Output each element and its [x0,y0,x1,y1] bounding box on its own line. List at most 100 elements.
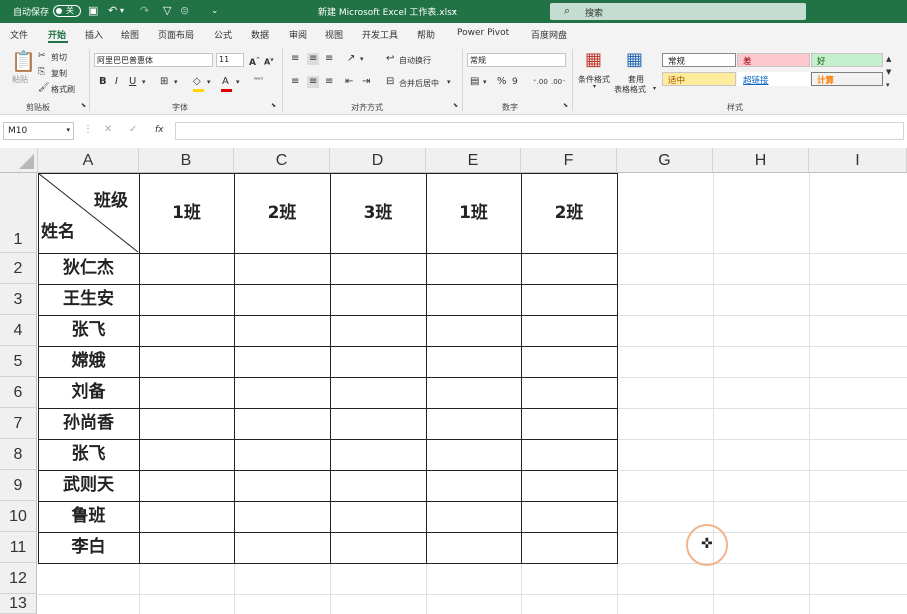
paste-label[interactable]: 粘贴 [12,74,28,85]
class-header-cell[interactable]: 2班 [234,173,330,253]
clipboard-launcher-icon[interactable]: ⬊ [81,102,86,109]
merge-center-button[interactable]: 合并后居中 [399,78,439,89]
increase-indent-icon[interactable]: ⇥ [362,76,370,88]
style-good[interactable]: 好 [811,53,883,67]
tab-review[interactable]: 审阅 [289,28,307,41]
align-top-icon[interactable]: ≡ [291,53,299,65]
tab-formulas[interactable]: 公式 [214,28,232,41]
align-bottom-icon[interactable]: ≡ [325,53,333,65]
wrap-text-button[interactable]: 自动换行 [399,55,431,66]
alignment-launcher-icon[interactable]: ⬊ [453,102,458,109]
underline-dropdown-icon[interactable]: ▾ [142,76,146,88]
row-header-6[interactable]: 6 [0,377,37,408]
class-header-cell[interactable]: 1班 [139,173,234,253]
autosave-toggle[interactable]: 关 [53,5,81,17]
align-right-icon[interactable]: ≡ [325,76,333,88]
tab-draw[interactable]: 绘图 [121,28,139,41]
number-launcher-icon[interactable]: ⬊ [563,102,568,109]
formula-input[interactable] [175,122,904,140]
class-header-cell[interactable]: 1班 [426,173,521,253]
format-painter-button[interactable]: 格式刷 [51,84,75,95]
font-color-dropdown-icon[interactable]: ▾ [236,76,240,88]
align-left-icon[interactable]: ≡ [291,76,299,88]
copy-button[interactable]: 复制 [51,68,67,79]
tab-home[interactable]: 开始 [48,28,66,41]
row-header-2[interactable]: 2 [0,253,37,284]
insert-function-icon[interactable]: fx [155,124,164,136]
row-header-11[interactable]: 11 [0,532,37,563]
header-name-label[interactable]: 姓名 [41,217,75,242]
row-header-5[interactable]: 5 [0,346,37,377]
column-header-i[interactable]: I [809,148,907,173]
style-neutral[interactable]: 适中 [662,72,736,86]
name-cell[interactable]: 李白 [38,532,139,563]
tab-developer[interactable]: 开发工具 [362,28,398,41]
format-painter-icon[interactable]: 🖌 [38,82,49,94]
column-header-g[interactable]: G [617,148,713,173]
orientation-dropdown-icon[interactable]: ▾ [360,53,364,65]
italic-icon[interactable]: I [115,76,118,88]
name-cell[interactable]: 刘备 [38,377,139,408]
merge-dropdown-icon[interactable]: ▾ [447,76,451,88]
customize-toolbar-icon[interactable]: ⌄ [211,4,219,18]
row-header-8[interactable]: 8 [0,439,37,470]
select-all-corner[interactable] [0,148,38,173]
decrease-font-icon[interactable]: Av [264,54,273,69]
row-header-9[interactable]: 9 [0,470,37,501]
copy-icon[interactable]: ⎘ [38,66,45,78]
column-header-e[interactable]: E [426,148,521,173]
style-hyperlink[interactable]: 超链接 [737,72,810,86]
percent-icon[interactable]: % [497,76,507,88]
styles-more-icon[interactable]: ▾ [886,79,890,91]
decrease-indent-icon[interactable]: ⇤ [345,76,353,88]
font-name-select[interactable]: 阿里巴巴普惠体 [94,53,213,67]
conditional-format-dropdown-icon[interactable]: ▾ [593,83,596,90]
cut-icon[interactable]: ✂ [38,50,46,62]
fill-color-icon[interactable]: ◇ [193,76,201,88]
name-cell[interactable]: 王生安 [38,284,139,315]
column-header-h[interactable]: H [713,148,809,173]
search-box[interactable]: ⌕ 搜索 [550,3,806,20]
conditional-format-icon[interactable]: ▦ [585,50,602,70]
wrap-text-icon[interactable]: ↩ [386,53,394,65]
filter-icon[interactable]: ▽ [163,4,171,18]
row-header-13[interactable]: 13 [0,594,37,614]
comma-style-icon[interactable]: 9 [512,76,518,88]
styles-scroll-up-icon[interactable]: ▲ [886,53,891,65]
name-box[interactable]: M10 ▾ [3,122,74,140]
style-bad[interactable]: 差 [737,53,810,67]
column-header-f[interactable]: F [521,148,617,173]
tab-power-pivot[interactable]: Power Pivot [457,28,509,38]
row-header-7[interactable]: 7 [0,408,37,439]
row-header-1[interactable]: 1 [0,173,37,253]
column-header-c[interactable]: C [234,148,330,173]
name-cell[interactable]: 武则天 [38,470,139,501]
undo-icon[interactable]: ↶ [108,4,117,18]
column-header-d[interactable]: D [330,148,426,173]
class-header-cell[interactable]: 2班 [521,173,617,253]
styles-scroll-down-icon[interactable]: ▼ [886,66,891,78]
name-cell[interactable]: 嫦娥 [38,346,139,377]
row-header-12[interactable]: 12 [0,563,37,594]
title-caret-icon[interactable]: ⌄ [450,5,458,15]
tab-data[interactable]: 数据 [251,28,269,41]
number-format-select[interactable]: 常规 [467,53,566,67]
name-cell[interactable]: 鲁班 [38,501,139,532]
style-normal[interactable]: 常规 [662,53,736,67]
cancel-icon[interactable]: ✕ [104,124,112,136]
font-color-icon[interactable]: A [222,76,229,88]
name-cell[interactable]: 张飞 [38,439,139,470]
cut-button[interactable]: 剪切 [51,52,67,63]
increase-font-icon[interactable]: A^ [249,54,260,69]
font-launcher-icon[interactable]: ⬊ [271,102,276,109]
fill-dropdown-icon[interactable]: ▾ [207,76,211,88]
tab-page-layout[interactable]: 页面布局 [158,28,194,41]
format-as-table-dropdown-icon[interactable]: ▾ [653,85,656,92]
row-header-10[interactable]: 10 [0,501,37,532]
enter-icon[interactable]: ✓ [129,124,137,136]
class-header-cell[interactable]: 3班 [330,173,426,253]
underline-icon[interactable]: U [129,76,136,88]
borders-icon[interactable]: ⊞ [160,76,168,88]
name-cell[interactable]: 狄仁杰 [38,253,139,284]
name-cell[interactable]: 张飞 [38,315,139,346]
